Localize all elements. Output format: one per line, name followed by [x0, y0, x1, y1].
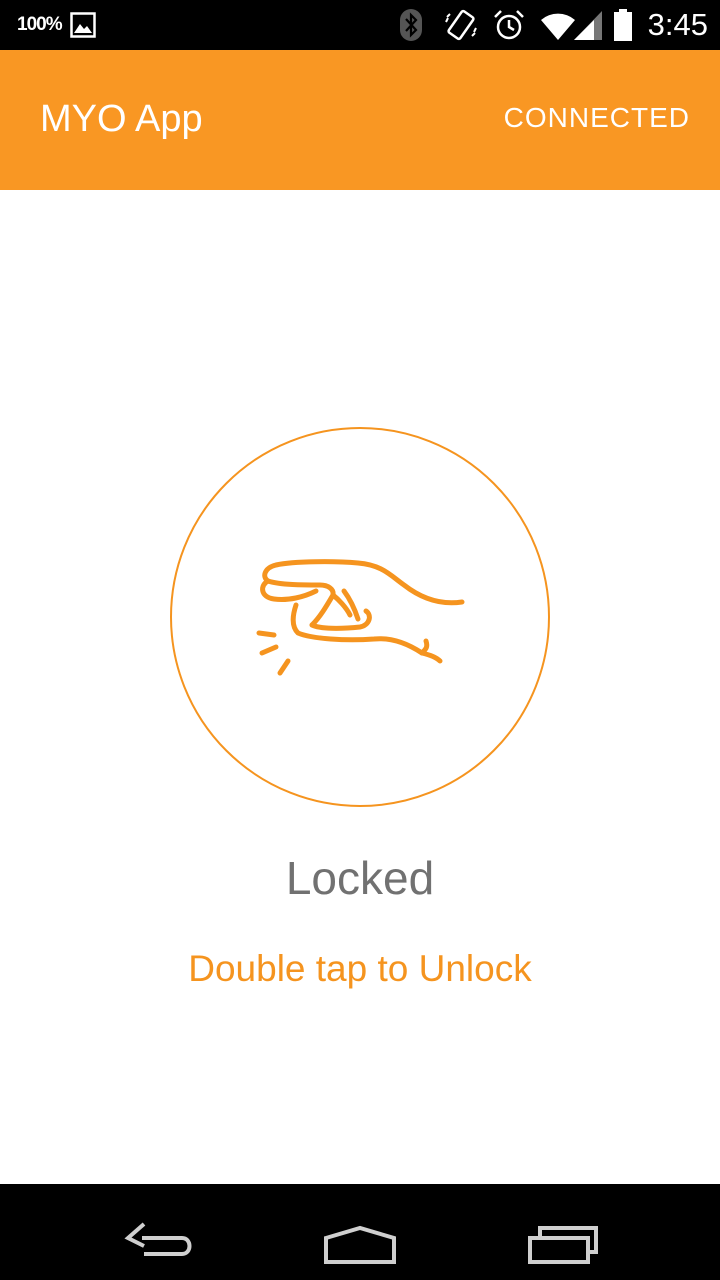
battery-percent: 100% — [17, 14, 63, 35]
app-bar: MYO App CONNECTED — [0, 50, 720, 190]
vibrate-icon — [444, 8, 478, 47]
battery-icon — [612, 8, 634, 47]
signal-icon — [572, 8, 604, 47]
lock-state-label: Locked — [285, 852, 435, 904]
gallery-icon — [70, 12, 96, 43]
home-button[interactable] — [300, 1198, 420, 1266]
navigation-bar — [0, 1184, 720, 1280]
home-icon — [324, 1225, 396, 1264]
app-title: MYO App — [40, 98, 203, 140]
back-icon — [124, 1222, 192, 1256]
recents-icon — [528, 1226, 598, 1264]
status-clock: 3:45 — [647, 7, 708, 42]
pose-indicator — [170, 427, 550, 807]
back-button[interactable] — [100, 1198, 220, 1266]
status-bar: 100% 3:45 — [0, 0, 720, 50]
wifi-icon — [540, 8, 576, 47]
alarm-icon — [492, 8, 526, 47]
recents-button[interactable] — [502, 1198, 622, 1266]
connection-status-button[interactable]: CONNECTED — [504, 100, 690, 136]
bluetooth-icon — [398, 8, 424, 47]
double-tap-hand-icon — [256, 559, 465, 676]
unlock-hint: Double tap to Unlock — [188, 948, 532, 989]
